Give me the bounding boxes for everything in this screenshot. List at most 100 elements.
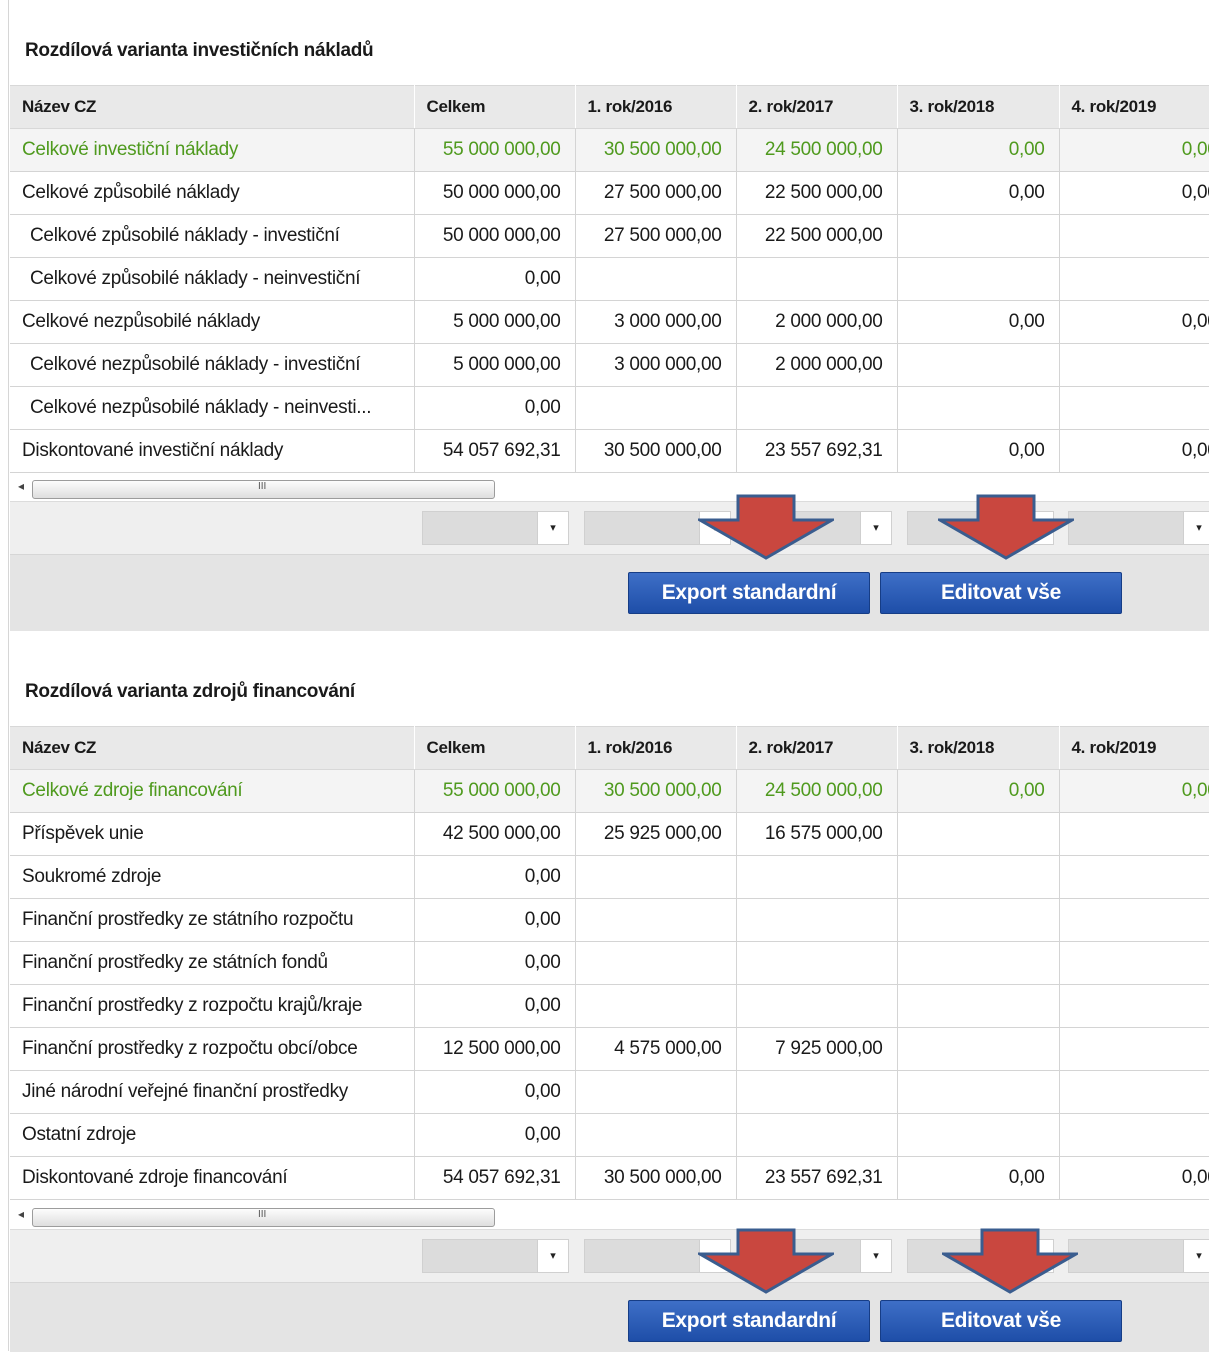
table-cell: 0,00 — [414, 257, 576, 301]
column-header[interactable]: 1. rok/2016 — [575, 85, 737, 129]
table-row[interactable]: Celkové nezpůsobilé náklady - investiční… — [10, 343, 1209, 387]
chevron-down-icon[interactable]: ▾ — [537, 512, 568, 544]
table-cell: 50 000 000,00 — [414, 171, 576, 215]
table-cell — [575, 898, 737, 942]
table-cell: 30 500 000,00 — [575, 769, 737, 813]
filter-select-celkem[interactable]: ▾ — [422, 1239, 569, 1273]
table-cell — [1059, 984, 1209, 1028]
table-cell — [736, 1113, 898, 1157]
row-label: Finanční prostředky z rozpočtu krajů/kra… — [10, 984, 415, 1028]
table-row[interactable]: Celkové způsobilé náklady - investiční 50… — [10, 214, 1209, 258]
table-cell — [897, 1027, 1060, 1071]
table-cell: 0,00 — [414, 984, 576, 1028]
chevron-down-icon[interactable]: ▾ — [860, 1240, 891, 1272]
table-row[interactable]: Celkové nezpůsobilé náklady - neinvesti.… — [10, 386, 1209, 430]
row-label: Celkové způsobilé náklady - investiční — [10, 214, 415, 258]
table-cell — [575, 257, 737, 301]
table-cell — [1059, 941, 1209, 985]
row-label: Finanční prostředky ze státních fondů — [10, 941, 415, 985]
table-cell: 0,00 — [1059, 128, 1209, 172]
table-row[interactable]: Soukromé zdroje 0,00 — [10, 855, 1209, 899]
table-cell — [897, 984, 1060, 1028]
filter-select-2019[interactable]: ▾ — [1068, 1239, 1209, 1273]
table-row[interactable]: Celkové zdroje financování 55 000 000,00 3… — [10, 769, 1209, 813]
table-row[interactable]: Celkové způsobilé náklady 50 000 000,00 27… — [10, 171, 1209, 215]
table-row[interactable]: Diskontované investiční náklady 54 057 69… — [10, 429, 1209, 473]
table-row[interactable]: Finanční prostředky ze státních fondů 0,0… — [10, 941, 1209, 985]
section-title: Rozdílová varianta investičních nákladů — [25, 40, 374, 61]
export-standard-button[interactable]: Export standardní — [628, 572, 870, 614]
column-header[interactable]: Název CZ — [10, 85, 415, 129]
table-cell — [897, 941, 1060, 985]
table-cell: 0,00 — [414, 855, 576, 899]
table-cell: 12 500 000,00 — [414, 1027, 576, 1071]
table-cell: 7 925 000,00 — [736, 1027, 898, 1071]
table-cell — [1059, 855, 1209, 899]
scrollbar-grip-icon: III — [258, 481, 267, 492]
table-row[interactable]: Celkové nezpůsobilé náklady 5 000 000,00 3… — [10, 300, 1209, 344]
column-header[interactable]: 4. rok/2019 — [1059, 726, 1209, 770]
edit-all-button[interactable]: Editovat vše — [880, 572, 1122, 614]
chevron-down-icon[interactable]: ▾ — [1183, 1240, 1209, 1272]
table-row[interactable]: Jiné národní veřejné finanční prostředky… — [10, 1070, 1209, 1114]
column-header[interactable]: 2. rok/2017 — [736, 726, 898, 770]
table-row[interactable]: Celkové investiční náklady 55 000 000,00 3… — [10, 128, 1209, 172]
table-cell: 0,00 — [897, 769, 1060, 813]
table-cell: 55 000 000,00 — [414, 769, 576, 813]
scroll-left-arrow-icon[interactable]: ◂ — [18, 479, 24, 493]
table-cell — [1059, 343, 1209, 387]
table-row[interactable]: Finanční prostředky z rozpočtu krajů/kra… — [10, 984, 1209, 1028]
column-header[interactable]: Celkem — [414, 85, 576, 129]
table-cell: 0,00 — [414, 1113, 576, 1157]
annotation-arrow-icon — [698, 1228, 834, 1294]
table-cell: 0,00 — [1059, 429, 1209, 473]
table-cell: 3 000 000,00 — [575, 343, 737, 387]
table-cell: 0,00 — [897, 300, 1060, 344]
table-cell: 0,00 — [897, 128, 1060, 172]
column-header[interactable]: 2. rok/2017 — [736, 85, 898, 129]
row-label: Příspěvek unie — [10, 812, 415, 856]
column-header[interactable]: 4. rok/2019 — [1059, 85, 1209, 129]
row-label: Celkové nezpůsobilé náklady - neinvesti.… — [10, 386, 415, 430]
table-cell — [897, 1113, 1060, 1157]
column-header[interactable]: 3. rok/2018 — [897, 85, 1060, 129]
table-cell — [897, 1070, 1060, 1114]
filter-select-celkem[interactable]: ▾ — [422, 511, 569, 545]
column-header[interactable]: 1. rok/2016 — [575, 726, 737, 770]
table-row[interactable]: Finanční prostředky ze státního rozpočtu… — [10, 898, 1209, 942]
table-row[interactable]: Diskontované zdroje financování 54 057 69… — [10, 1156, 1209, 1200]
table-row[interactable]: Finanční prostředky z rozpočtu obcí/obce… — [10, 1027, 1209, 1071]
table-cell: 0,00 — [414, 941, 576, 985]
table-cell: 0,00 — [1059, 171, 1209, 215]
table-header-row: Název CZ Celkem 1. rok/2016 2. rok/2017 3. r… — [10, 85, 1209, 129]
export-standard-button[interactable]: Export standardní — [628, 1300, 870, 1342]
table-cell: 23 557 692,31 — [736, 429, 898, 473]
scrollbar-thumb[interactable]: III — [32, 480, 495, 499]
row-label: Celkové zdroje financování — [10, 769, 415, 813]
row-label: Celkové způsobilé náklady — [10, 171, 415, 215]
chevron-down-icon[interactable]: ▾ — [537, 1240, 568, 1272]
edit-all-button[interactable]: Editovat vše — [880, 1300, 1122, 1342]
table-viewport: Název CZ Celkem 1. rok/2016 2. rok/2017 3. r… — [10, 85, 1209, 473]
column-header[interactable]: Název CZ — [10, 726, 415, 770]
table-cell — [1059, 386, 1209, 430]
table-row[interactable]: Příspěvek unie 42 500 000,00 25 925 000,00… — [10, 812, 1209, 856]
table-cell: 22 500 000,00 — [736, 214, 898, 258]
table-row[interactable]: Celkové způsobilé náklady - neinvestiční… — [10, 257, 1209, 301]
column-header[interactable]: 3. rok/2018 — [897, 726, 1060, 770]
annotation-arrow-icon — [698, 494, 834, 560]
scrollbar-thumb[interactable]: III — [32, 1208, 495, 1227]
table-row[interactable]: Ostatní zdroje 0,00 — [10, 1113, 1209, 1157]
filter-select-2019[interactable]: ▾ — [1068, 511, 1209, 545]
table-cell: 27 500 000,00 — [575, 214, 737, 258]
action-button-bar: Export standardní Editovat vše — [10, 554, 1209, 631]
left-border-line — [8, 0, 9, 1351]
column-header[interactable]: Celkem — [414, 726, 576, 770]
row-label: Diskontované investiční náklady — [10, 429, 415, 473]
chevron-down-icon[interactable]: ▾ — [1183, 512, 1209, 544]
horizontal-scrollbar[interactable]: ◂ III — [10, 1205, 1209, 1227]
annotation-arrow-icon — [942, 1228, 1078, 1294]
row-label: Celkové nezpůsobilé náklady - investiční — [10, 343, 415, 387]
chevron-down-icon[interactable]: ▾ — [860, 512, 891, 544]
scroll-left-arrow-icon[interactable]: ◂ — [18, 1207, 24, 1221]
